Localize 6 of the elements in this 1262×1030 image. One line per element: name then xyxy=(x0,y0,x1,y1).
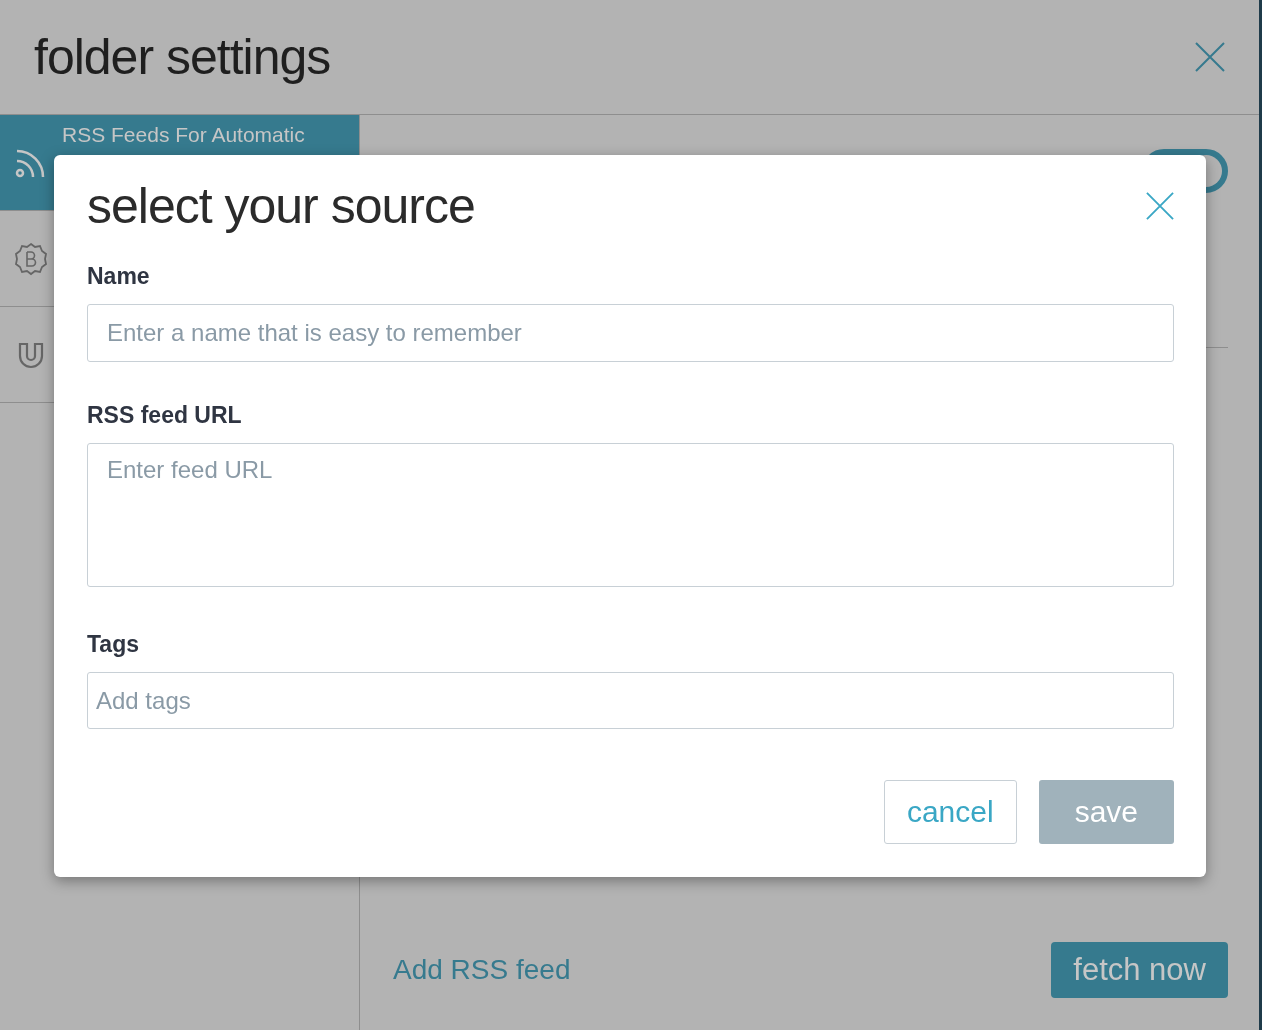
field-label: Tags xyxy=(87,631,140,658)
field-label: RSS feed URL xyxy=(87,402,243,429)
window-title: folder settings xyxy=(34,28,331,86)
field-label: Name xyxy=(87,263,151,290)
sidebar-item-label: RSS Feeds For Automatic xyxy=(62,123,305,147)
dialog-title: select your source xyxy=(87,177,475,235)
